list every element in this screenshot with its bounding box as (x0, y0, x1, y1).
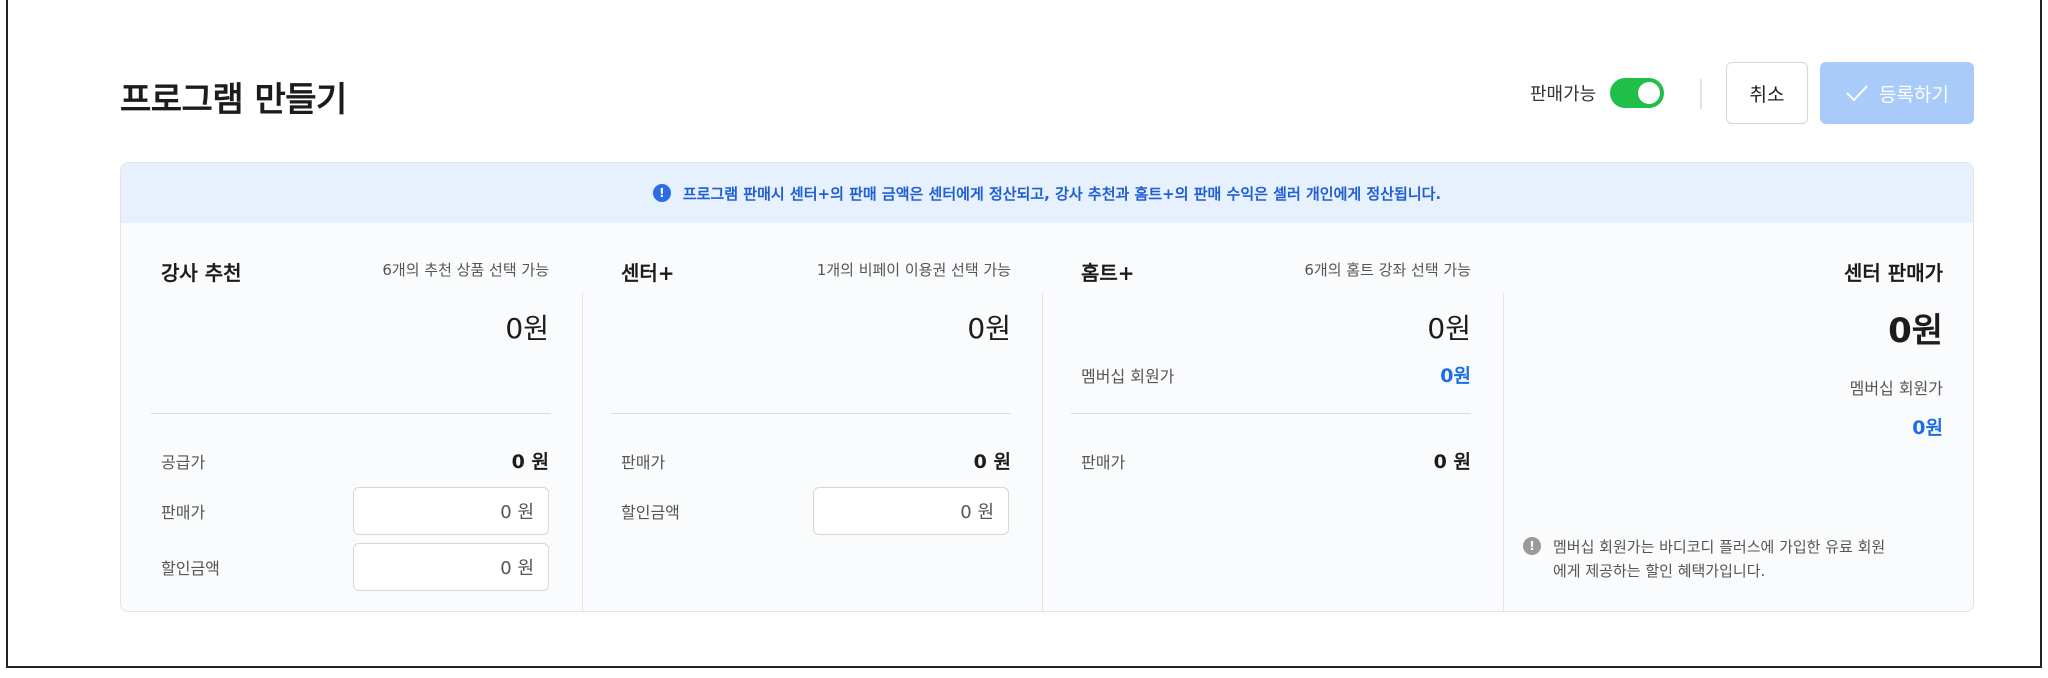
page-frame: 프로그램 만들기 판매가능 취소 등록하기 ! 프로그램 판매시 센터+의 판매… (6, 0, 2042, 668)
header-divider (1700, 79, 1702, 109)
info-icon: ! (652, 184, 671, 202)
homet-member-label: 멤버십 회원가 (1081, 367, 1175, 386)
settlement-notice: ! 프로그램 판매시 센터+의 판매 금액은 센터에게 정산되고, 강사 추천과… (121, 163, 1973, 223)
instructor-discount-label: 할인금액 (161, 559, 220, 578)
instructor-price: 0원 (505, 312, 549, 345)
homet-price: 0원 (1427, 312, 1471, 345)
summary-member-label: 멤버십 회원가 (1849, 379, 1943, 398)
summary-title: 센터 판매가 (1844, 261, 1943, 285)
sale-toggle-group: 판매가능 (1530, 78, 1665, 108)
instructor-hint: 6개의 추천 상품 선택 가능 (382, 261, 549, 279)
center-sale-value: 0 원 (973, 451, 1011, 473)
homet-member-value: 0원 (1440, 365, 1471, 387)
sale-available-label: 판매가능 (1530, 84, 1597, 105)
instructor-title: 강사 추천 (161, 261, 242, 285)
instructor-column: 강사 추천 6개의 추천 상품 선택 가능 0원 공급가 0 원 판매가 0 원… (121, 223, 581, 611)
instructor-discount-input[interactable]: 0 원 (353, 543, 549, 591)
instructor-sale-label: 판매가 (161, 503, 206, 522)
instructor-divider (151, 413, 551, 414)
homet-sale-value: 0 원 (1433, 451, 1471, 473)
price-card: ! 프로그램 판매시 센터+의 판매 금액은 센터에게 정산되고, 강사 추천과… (120, 162, 1974, 612)
center-divider (611, 413, 1011, 414)
notice-text: 프로그램 판매시 센터+의 판매 금액은 센터에게 정산되고, 강사 추천과 홈… (682, 184, 1442, 203)
homet-sale-label: 판매가 (1081, 453, 1126, 472)
submit-button-label: 등록하기 (1879, 83, 1949, 106)
center-discount-label: 할인금액 (621, 503, 680, 522)
homet-column: 홈트+ 6개의 홈트 강좌 선택 가능 0원 멤버십 회원가 0원 판매가 0 … (1043, 223, 1503, 611)
membership-note-line2: 에게 제공하는 할인 혜택가입니다. (1553, 562, 1766, 580)
center-title: 센터+ (621, 261, 675, 285)
homet-divider (1071, 413, 1471, 414)
supply-price-value: 0 원 (511, 451, 549, 473)
center-column: 센터+ 1개의 비페이 이용권 선택 가능 0원 판매가 0 원 할인금액 0 … (583, 223, 1041, 611)
submit-button[interactable]: 등록하기 (1820, 62, 1974, 124)
toggle-knob (1638, 82, 1661, 104)
membership-note-line1: 멤버십 회원가는 바디코디 플러스에 가입한 유료 회원 (1553, 538, 1886, 556)
center-discount-input[interactable]: 0 원 (813, 487, 1009, 535)
summary-price: 0원 (1888, 311, 1943, 351)
cancel-button[interactable]: 취소 (1726, 62, 1808, 124)
info-icon: ! (1523, 537, 1541, 555)
homet-title: 홈트+ (1081, 261, 1135, 285)
instructor-sale-input[interactable]: 0 원 (353, 487, 549, 535)
homet-hint: 6개의 홈트 강좌 선택 가능 (1304, 261, 1471, 279)
supply-price-label: 공급가 (161, 453, 206, 472)
center-sale-label: 판매가 (621, 453, 666, 472)
membership-note-text: 멤버십 회원가는 바디코디 플러스에 가입한 유료 회원 에게 제공하는 할인 … (1553, 535, 1885, 583)
center-price: 0원 (967, 312, 1011, 345)
summary-member-value: 0원 (1912, 417, 1943, 439)
center-hint: 1개의 비페이 이용권 선택 가능 (816, 261, 1011, 279)
membership-note: ! 멤버십 회원가는 바디코디 플러스에 가입한 유료 회원 에게 제공하는 할… (1523, 535, 1943, 583)
sale-available-toggle[interactable] (1610, 78, 1665, 108)
page-title: 프로그램 만들기 (120, 80, 347, 120)
check-icon (1846, 85, 1868, 102)
